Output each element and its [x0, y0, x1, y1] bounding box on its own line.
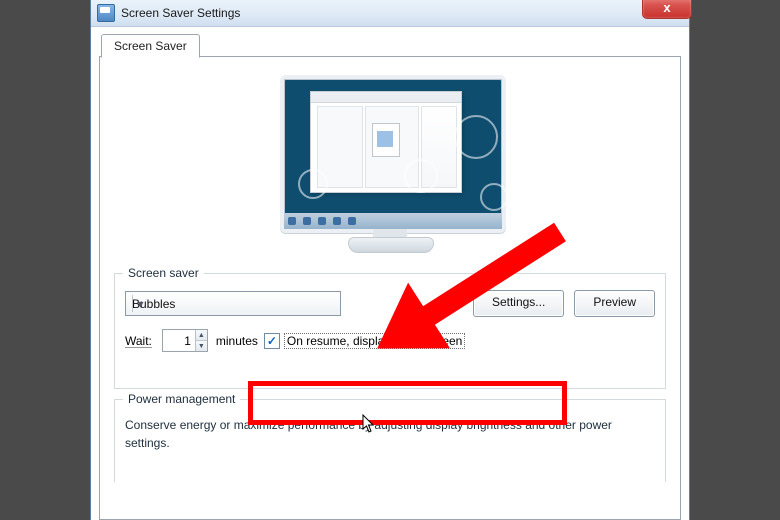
- tab-page: Screen saver Bubbles ▾ Settings... Previ…: [99, 56, 681, 520]
- screensaver-settings-window: Screen Saver Settings x Screen Saver: [90, 0, 690, 520]
- power-management-group: Power management Conserve energy or maxi…: [114, 399, 666, 482]
- tab-strip: Screen Saver: [99, 34, 681, 58]
- screensaver-group: Screen saver Bubbles ▾ Settings... Previ…: [114, 273, 666, 389]
- power-group-caption: Power management: [123, 392, 240, 406]
- wait-input[interactable]: [163, 330, 195, 351]
- screensaver-combo[interactable]: Bubbles ▾: [125, 291, 341, 316]
- close-icon: x: [663, 0, 670, 15]
- screensaver-combo-value: Bubbles: [132, 297, 175, 311]
- preview-button[interactable]: Preview: [574, 290, 655, 317]
- wait-label: Wait:: [125, 334, 152, 348]
- close-button[interactable]: x: [642, 0, 692, 19]
- resume-checkbox[interactable]: ✓: [264, 333, 280, 349]
- wait-spinner[interactable]: ▲ ▼: [162, 329, 208, 352]
- spin-up-icon[interactable]: ▲: [196, 330, 207, 341]
- monitor-icon: [280, 75, 506, 233]
- screensaver-preview: [274, 75, 506, 255]
- wait-unit: minutes: [216, 334, 258, 348]
- title-bar: Screen Saver Settings x: [91, 0, 689, 27]
- client-area: Screen Saver: [99, 34, 681, 520]
- tab-screen-saver[interactable]: Screen Saver: [101, 34, 200, 58]
- screensaver-group-caption: Screen saver: [123, 266, 204, 280]
- settings-button[interactable]: Settings...: [473, 290, 564, 317]
- window-icon: [97, 4, 115, 22]
- window-title: Screen Saver Settings: [121, 6, 240, 20]
- power-description: Conserve energy or maximize performance …: [125, 416, 655, 452]
- resume-label: On resume, display logon screen: [284, 333, 465, 349]
- spin-down-icon[interactable]: ▼: [196, 341, 207, 351]
